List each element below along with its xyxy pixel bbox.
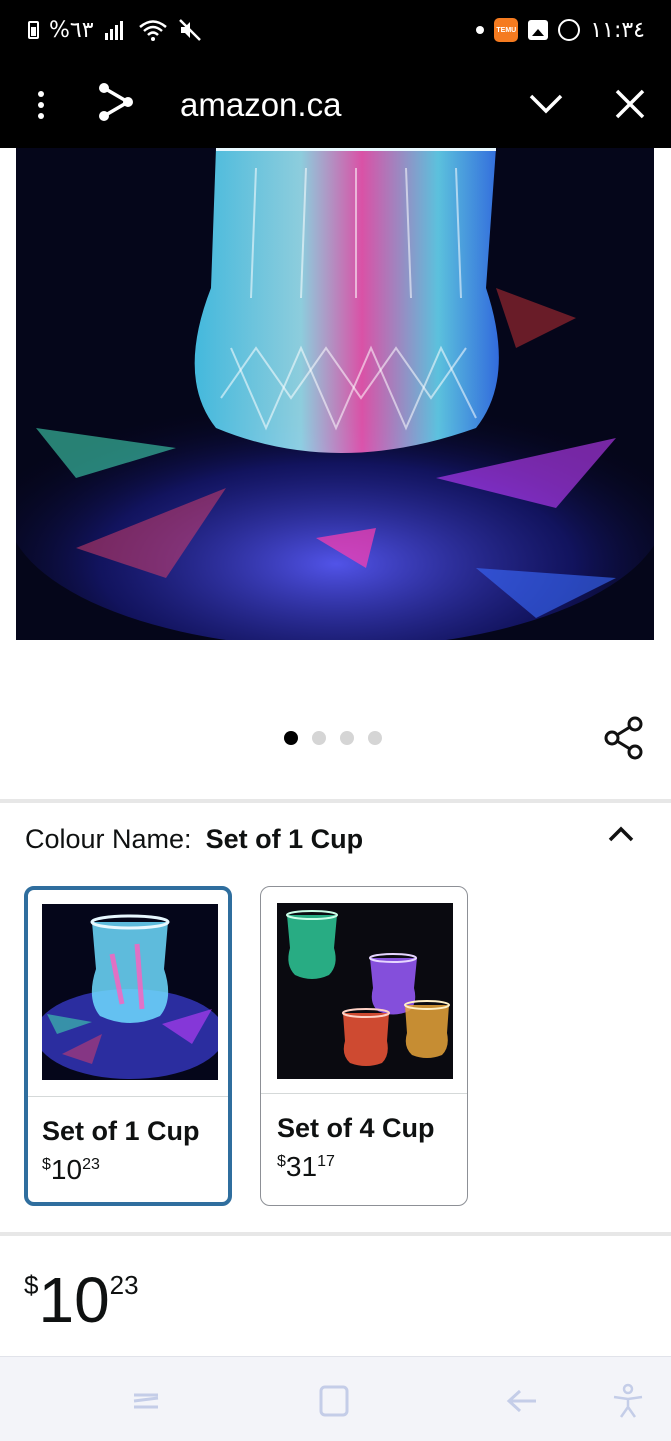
colour-label: Colour Name: [25, 824, 192, 854]
price-fraction: 23 [109, 1270, 139, 1300]
option-price: $3117 [277, 1151, 335, 1183]
browser-toolbar: amazon.ca [0, 62, 671, 148]
gallery-icon [528, 20, 549, 40]
option-thumbnail [277, 903, 453, 1079]
price-whole: 10 [38, 1264, 110, 1336]
more-vertical-icon[interactable] [30, 82, 52, 128]
price-whole: 31 [285, 1151, 318, 1182]
carousel-dot[interactable] [284, 731, 298, 745]
back-icon[interactable] [502, 1381, 542, 1421]
carousel-dot[interactable] [368, 731, 382, 745]
mute-icon [178, 19, 201, 41]
price-currency: $ [24, 1270, 39, 1300]
close-icon[interactable] [610, 84, 650, 124]
wifi-icon [138, 20, 167, 41]
clock: ١١:٣٤ [590, 17, 645, 43]
accessibility-icon[interactable] [608, 1381, 648, 1421]
option-name: Set of 4 Cup [277, 1113, 435, 1143]
carousel-dot[interactable] [312, 731, 326, 745]
product-price: $1023 [24, 1262, 139, 1338]
colour-selected-value: Set of 1 Cup [205, 824, 364, 854]
chevron-up-icon[interactable] [606, 820, 636, 850]
option-set-of-1-cup[interactable]: Set of 1 Cup $1023 [24, 886, 232, 1206]
carousel-dot[interactable] [340, 731, 354, 745]
status-bar: %٦٣ TEMU ١١:٣٤ [0, 0, 671, 62]
section-divider [0, 799, 671, 803]
recent-apps-icon[interactable] [126, 1381, 166, 1421]
battery-percentage: %٦٣ [49, 17, 94, 43]
price-fraction: 23 [82, 1156, 100, 1173]
colour-name-row: Colour Name: Set of 1 Cup [25, 824, 363, 855]
product-image[interactable] [16, 148, 654, 640]
carousel-indicator[interactable] [284, 731, 382, 745]
option-price: $1023 [42, 1154, 100, 1186]
price-fraction: 17 [317, 1153, 335, 1170]
chevron-down-icon[interactable] [528, 84, 564, 124]
home-icon[interactable] [314, 1381, 354, 1421]
signal-icon [104, 21, 123, 40]
option-name: Set of 1 Cup [42, 1116, 200, 1146]
share-icon[interactable] [96, 80, 136, 124]
share-icon[interactable] [603, 716, 645, 760]
notification-dot-icon [476, 26, 485, 34]
temu-icon: TEMU [494, 18, 519, 42]
url-text[interactable]: amazon.ca [180, 82, 341, 128]
system-nav-bar [0, 1356, 671, 1441]
option-set-of-4-cup[interactable]: Set of 4 Cup $3117 [260, 886, 468, 1206]
option-thumbnail [42, 904, 218, 1080]
battery-icon [28, 21, 39, 39]
led-cup-illustration [16, 148, 654, 640]
price-currency: $ [277, 1153, 286, 1170]
price-whole: 10 [50, 1154, 83, 1185]
whatsapp-icon [558, 19, 581, 41]
price-currency: $ [42, 1156, 51, 1173]
temu-label: TEMU [496, 26, 517, 34]
section-divider [0, 1232, 671, 1236]
